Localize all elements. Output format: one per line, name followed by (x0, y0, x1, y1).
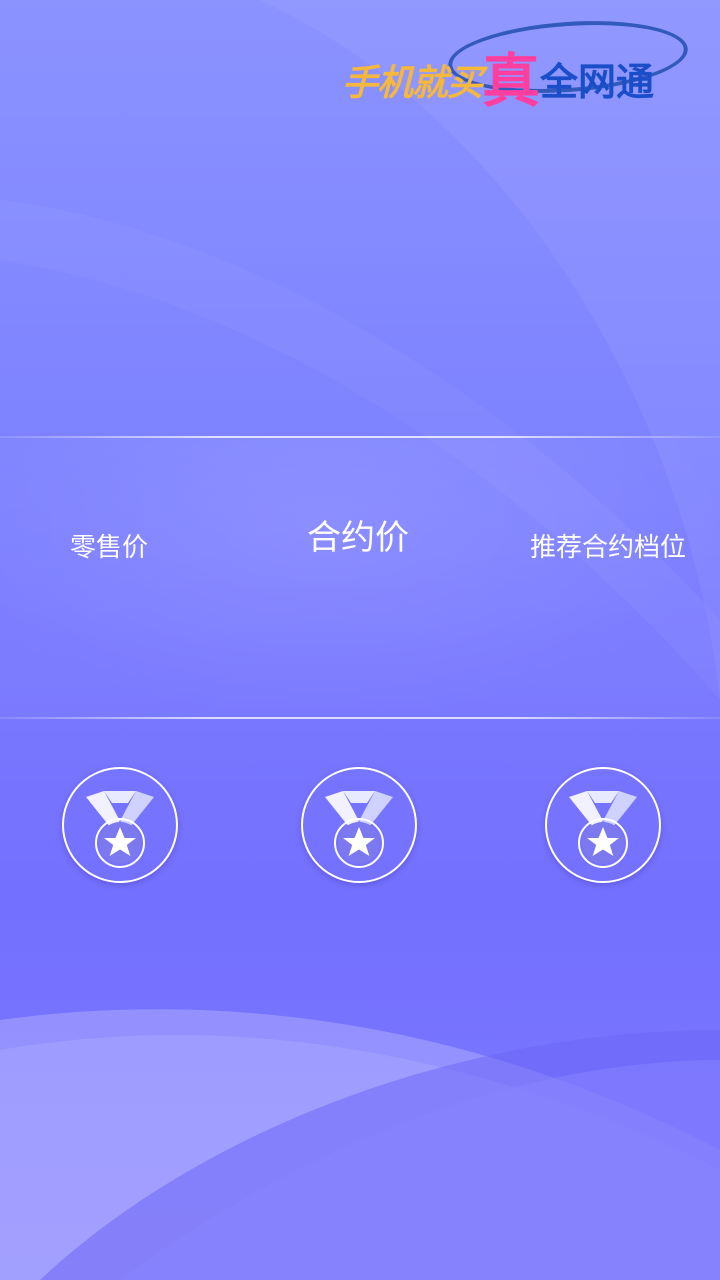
logo-part-2: 真 (482, 47, 541, 115)
medal-star-icon (86, 791, 154, 868)
medal-star-icon (569, 791, 637, 868)
medal-button-2[interactable] (301, 767, 417, 883)
price-band (0, 437, 720, 719)
logo-part-3: 全网通 (540, 60, 655, 104)
medal-star-icon (325, 791, 393, 868)
retail-price-label: 零售价 (70, 533, 149, 563)
divider-bottom (0, 717, 720, 719)
brand-logo: 手机就买真全网通 (340, 13, 700, 115)
medal-button-1[interactable] (62, 767, 178, 883)
logo-text: 手机就买真全网通 (342, 28, 655, 115)
logo-part-1: 手机就买 (342, 63, 483, 104)
medal-button-3[interactable] (545, 767, 661, 883)
recommended-tier-label: 推荐合约档位 (530, 533, 687, 563)
contract-price-label: 合约价 (307, 518, 409, 558)
divider-top (0, 436, 720, 438)
